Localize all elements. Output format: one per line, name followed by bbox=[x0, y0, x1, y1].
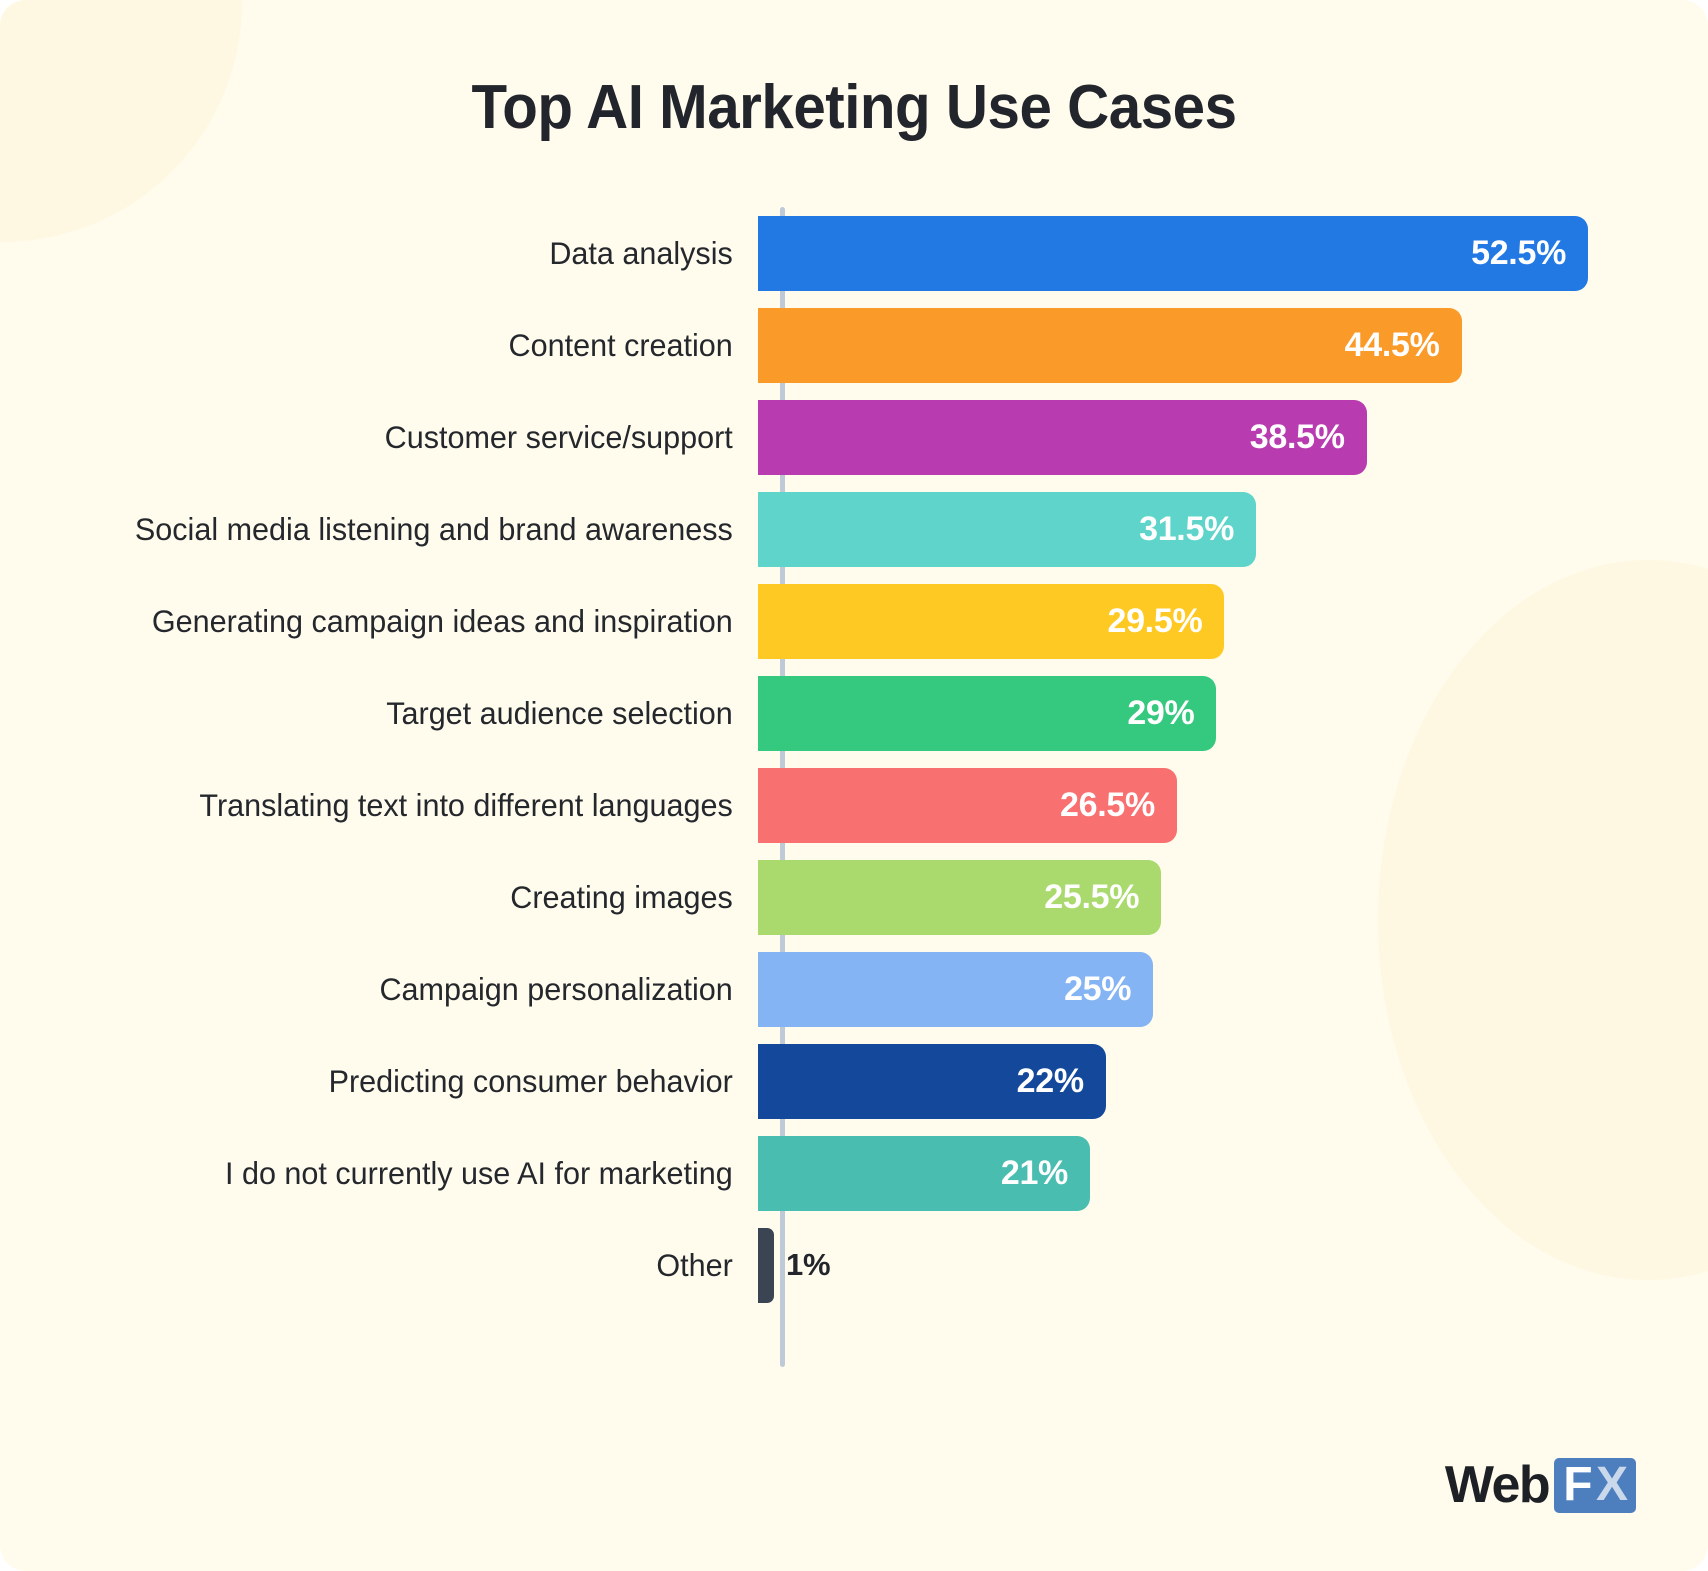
bar-category-label: Other bbox=[656, 1246, 733, 1283]
bar-segment: 21% bbox=[758, 1135, 1090, 1211]
bar-row: Creating images 25.5% bbox=[0, 851, 1708, 943]
bar-category-label: Campaign personalization bbox=[379, 970, 733, 1007]
bar-value-label: 29.5% bbox=[1107, 601, 1203, 640]
bar-track: 52.5% bbox=[758, 207, 1708, 299]
logo-badge-fx: F X bbox=[1554, 1457, 1636, 1513]
bar-value-label: 44.5% bbox=[1344, 325, 1440, 364]
bar-value-label: 38.5% bbox=[1249, 417, 1345, 456]
bar-row: Generating campaign ideas and inspiratio… bbox=[0, 575, 1708, 667]
bar-row: Predicting consumer behavior 22% bbox=[0, 1035, 1708, 1127]
bar-category-label: Social media listening and brand awarene… bbox=[134, 510, 733, 547]
bar-value-label: 1% bbox=[786, 1247, 831, 1282]
bar-category-label: Generating campaign ideas and inspiratio… bbox=[151, 602, 733, 639]
bar-category-label: Creating images bbox=[510, 878, 733, 915]
bar-category-label: Content creation bbox=[508, 326, 733, 363]
infographic-canvas: Top AI Marketing Use Cases Data analysis… bbox=[0, 0, 1708, 1571]
bar-row: Content creation 44.5% bbox=[0, 299, 1708, 391]
bar-segment: 22% bbox=[758, 1043, 1106, 1119]
bar-segment: 29.5% bbox=[758, 583, 1225, 659]
bar-segment: 29% bbox=[758, 675, 1217, 751]
bar-value-label: 31.5% bbox=[1139, 509, 1234, 548]
bar-value-label: 25% bbox=[1064, 969, 1132, 1008]
bar-value-label: 22% bbox=[1016, 1061, 1084, 1100]
bar-value-label: 29% bbox=[1127, 693, 1195, 732]
bar-track: 21% bbox=[758, 1127, 1708, 1219]
bar-category-label: Target audience selection bbox=[386, 694, 733, 731]
bar-row: Target audience selection 29% bbox=[0, 667, 1708, 759]
bar-value-label: 26.5% bbox=[1060, 785, 1155, 824]
bar-category-label: Data analysis bbox=[549, 234, 733, 271]
bar-category-label: Predicting consumer behavior bbox=[328, 1062, 733, 1099]
bar-row: Other 1% bbox=[0, 1219, 1708, 1311]
page-title: Top AI Marketing Use Cases bbox=[471, 73, 1237, 142]
bar-rows-container: Data analysis 52.5% Content creation 44.5% C… bbox=[0, 207, 1708, 1311]
bar-segment: 25% bbox=[758, 951, 1154, 1027]
bar-row: I do not currently use AI for marketing 2… bbox=[0, 1127, 1708, 1219]
bar-segment: 26.5% bbox=[758, 767, 1177, 843]
bar-row: Customer service/support 38.5% bbox=[0, 391, 1708, 483]
bar-value-label: 25.5% bbox=[1044, 877, 1140, 916]
bar-segment: 44.5% bbox=[758, 307, 1462, 383]
bar-segment: 38.5% bbox=[758, 399, 1367, 475]
bar-segment: 1% bbox=[758, 1227, 831, 1303]
bar-row: Campaign personalization 25% bbox=[0, 943, 1708, 1035]
bar-value-label: 21% bbox=[1000, 1153, 1068, 1192]
bar-track: 38.5% bbox=[758, 391, 1708, 483]
logo-text-web: Web bbox=[1444, 1456, 1551, 1514]
webfx-logo[interactable]: Web F X bbox=[1445, 1457, 1636, 1513]
bar-row: Data analysis 52.5% bbox=[0, 207, 1708, 299]
bar-category-label: Customer service/support bbox=[384, 418, 733, 455]
bar-track: 29.5% bbox=[758, 575, 1708, 667]
bar-track: 25% bbox=[758, 943, 1708, 1035]
bar-track: 25.5% bbox=[758, 851, 1708, 943]
logo-text-x: X bbox=[1595, 1457, 1628, 1511]
bar-chart: Data analysis 52.5% Content creation 44.5% C… bbox=[0, 207, 1708, 1367]
bar-track: 1% bbox=[758, 1219, 1708, 1311]
bar-category-label: Translating text into different language… bbox=[199, 786, 733, 823]
bar-track: 29% bbox=[758, 667, 1708, 759]
bar-segment: 31.5% bbox=[758, 491, 1256, 567]
bar-segment: 52.5% bbox=[758, 215, 1588, 291]
logo-text-f: F bbox=[1563, 1457, 1592, 1511]
bar-track: 22% bbox=[758, 1035, 1708, 1127]
bar-row: Social media listening and brand awarene… bbox=[0, 483, 1708, 575]
bar-row: Translating text into different language… bbox=[0, 759, 1708, 851]
bar-track: 44.5% bbox=[758, 299, 1708, 391]
bar-value-label: 52.5% bbox=[1471, 233, 1566, 272]
bar-track: 26.5% bbox=[758, 759, 1708, 851]
bar-segment: 25.5% bbox=[758, 859, 1162, 935]
bar-track: 31.5% bbox=[758, 483, 1708, 575]
bar-category-label: I do not currently use AI for marketing bbox=[224, 1154, 733, 1191]
